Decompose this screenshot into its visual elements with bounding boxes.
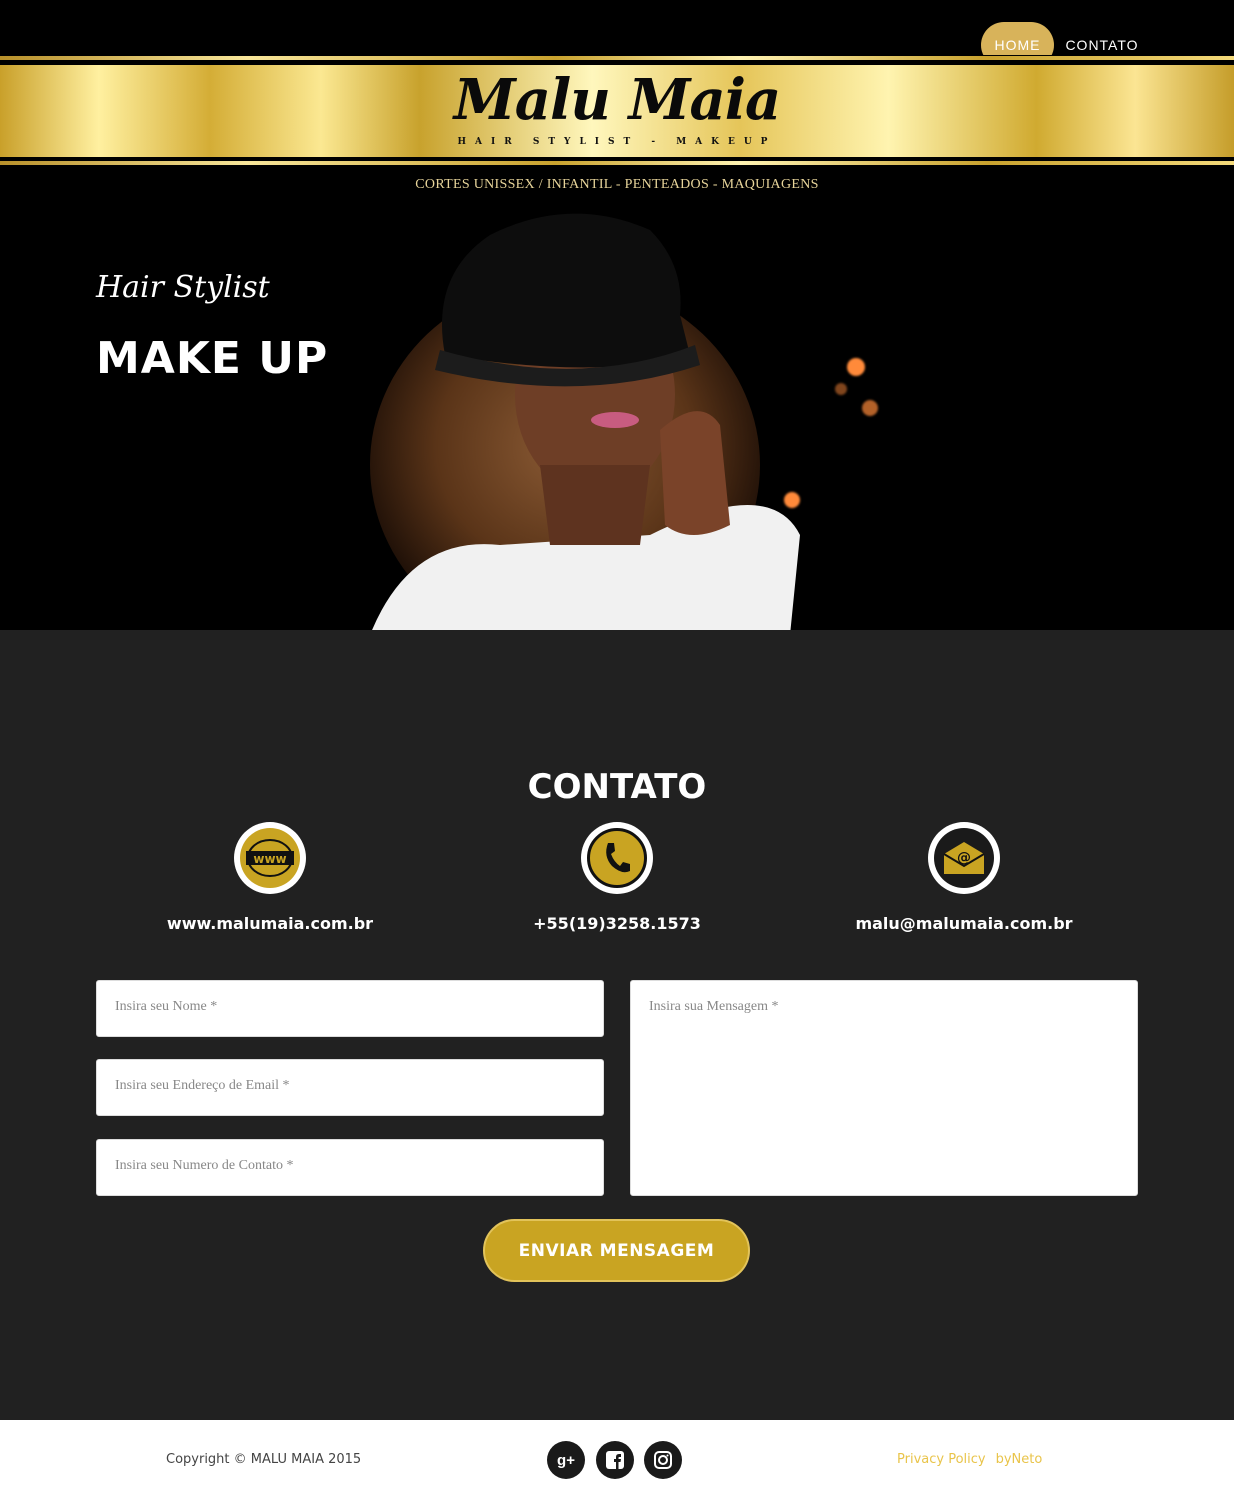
www-icon-graphic: www	[246, 839, 294, 877]
send-message-button[interactable]: ENVIAR MENSAGEM	[483, 1219, 750, 1282]
services-line: CORTES UNISSEX / INFANTIL - PENTEADOS - …	[415, 177, 819, 192]
privacy-policy-link[interactable]: Privacy Policy	[897, 1452, 986, 1467]
contact-item-phone: +55(19)3258.1573	[457, 822, 777, 933]
bokeh-light	[862, 400, 878, 416]
contact-item-email: @ malu@malumaia.com.br	[804, 822, 1124, 933]
phone-icon	[581, 822, 653, 894]
name-input[interactable]: Insira seu Nome *	[96, 980, 604, 1037]
hero-banner: Hair Stylist MAKE UP	[0, 200, 1234, 630]
phone-icon-graphic	[606, 843, 630, 873]
logo-band: Malu Maia HAIR STYLIST - MAKEUP	[0, 55, 1234, 168]
bokeh-light	[835, 383, 847, 395]
facebook-icon[interactable]	[596, 1441, 634, 1479]
instagram-icon[interactable]	[644, 1441, 682, 1479]
email-input[interactable]: Insira seu Endereço de Email *	[96, 1059, 604, 1116]
contact-website-text[interactable]: www.malumaia.com.br	[110, 914, 430, 933]
hero-subtitle: Hair Stylist	[96, 270, 270, 305]
google-plus-icon[interactable]: g+	[547, 1441, 585, 1479]
gold-line-top	[0, 56, 1234, 60]
svg-text:www: www	[253, 852, 286, 866]
gold-line-bottom	[0, 161, 1234, 165]
contact-item-website: www www.malumaia.com.br	[110, 822, 430, 933]
www-globe-icon: www	[234, 822, 306, 894]
bokeh-light	[847, 358, 865, 376]
contact-phone-text[interactable]: +55(19)3258.1573	[457, 914, 777, 933]
hero-title: MAKE UP	[96, 333, 329, 384]
contact-section: CONTATO www www.malumaia.com.br +55(19)3…	[0, 630, 1234, 1420]
contact-heading: CONTATO	[527, 767, 707, 807]
hero-text-block: Hair Stylist MAKE UP	[96, 270, 328, 384]
contact-email-text[interactable]: malu@malumaia.com.br	[804, 914, 1124, 933]
email-icon-graphic: @	[943, 842, 985, 874]
hero-portrait-image	[370, 213, 800, 630]
svg-text:@: @	[957, 850, 971, 866]
byneto-link[interactable]: byNeto	[996, 1452, 1043, 1467]
email-envelope-icon: @	[928, 822, 1000, 894]
phone-input[interactable]: Insira seu Numero de Contato *	[96, 1139, 604, 1196]
logo-tagline: HAIR STYLIST - MAKEUP	[457, 137, 777, 147]
footer: Copyright © MALU MAIA 2015 g+ Privacy Po…	[0, 1420, 1234, 1501]
message-textarea[interactable]: Insira sua Mensagem *	[630, 980, 1138, 1196]
site-logo[interactable]: Malu Maia	[0, 67, 1234, 133]
footer-links: Privacy Policy byNeto	[897, 1452, 1052, 1467]
copyright-text: Copyright © MALU MAIA 2015	[166, 1452, 362, 1467]
